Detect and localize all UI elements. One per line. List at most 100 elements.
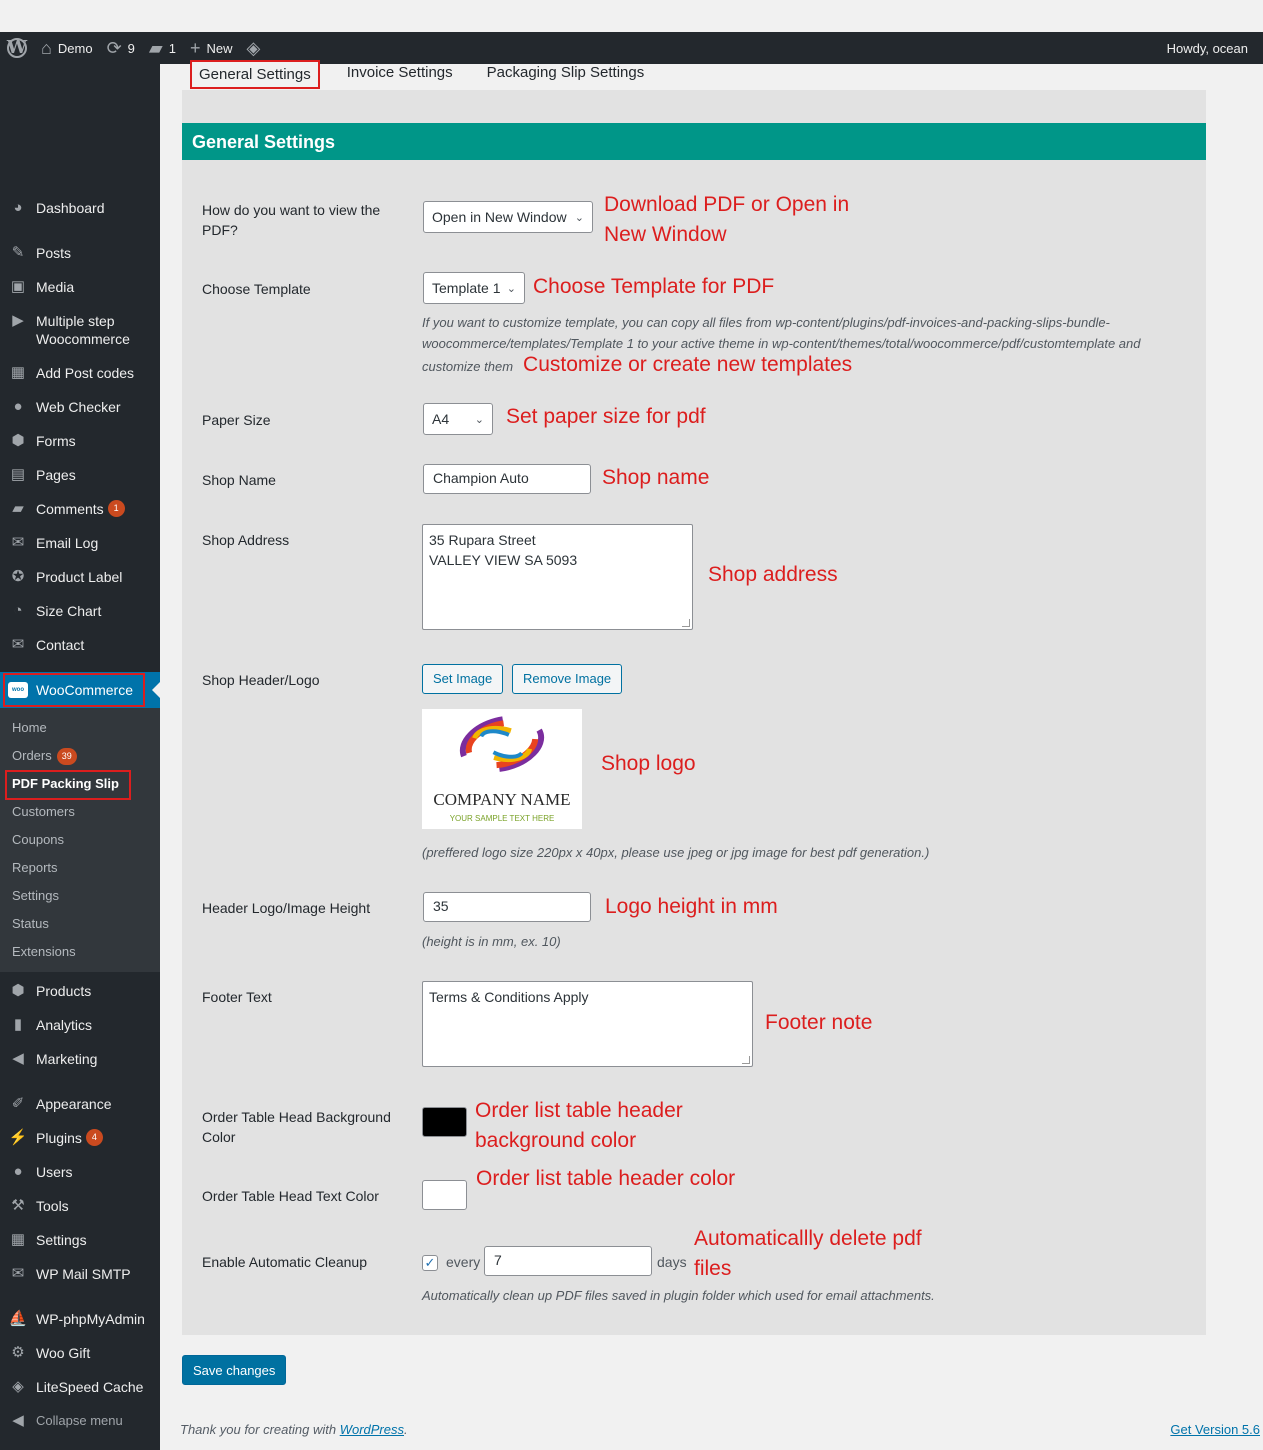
sidebar-item-comments[interactable]: ▰ Comments 1 (0, 500, 160, 518)
sidebar-item-media[interactable]: ▣ Media (0, 278, 160, 296)
save-changes-button[interactable]: Save changes (182, 1355, 287, 1385)
footer-thanks: Thank you for creating with WordPress. (180, 1422, 408, 1437)
updates-menu[interactable]: ⟳ 9 (100, 32, 142, 64)
logo-company-name: COMPANY NAME (433, 790, 570, 809)
dashboard-icon: ◕ (13, 199, 23, 216)
footer-text-textarea[interactable]: Terms & Conditions Apply (422, 981, 753, 1067)
sidebar-item-web-checker[interactable]: ● Web Checker (0, 398, 160, 416)
submenu-extensions[interactable]: Extensions (12, 944, 76, 960)
cleanup-days-input[interactable]: 7 (484, 1246, 652, 1276)
sidebar-collapse-menu[interactable]: ◀ Collapse menu (0, 1412, 160, 1430)
sidebar-item-wp-phpmyadmin[interactable]: ⛵ WP-phpMyAdmin (0, 1310, 160, 1328)
footer-text-value: Terms & Conditions Apply (429, 989, 589, 1005)
submenu-settings[interactable]: Settings (12, 888, 59, 904)
company-logo-graphic: COMPANY NAME YOUR SAMPLE TEXT HERE (433, 715, 571, 823)
cleanup-checkbox[interactable]: ✓ (422, 1255, 438, 1271)
pages-icon: ▤ (10, 466, 26, 483)
set-image-button[interactable]: Set Image (422, 664, 504, 694)
template-value: Template 1 (432, 280, 501, 296)
sidebar-item-users[interactable]: ● Users (0, 1163, 160, 1181)
site-name: Demo (57, 40, 93, 56)
sidebar-item-analytics[interactable]: ▮ Analytics (0, 1016, 160, 1034)
sidebar-item-pages[interactable]: ▤ Pages (0, 466, 160, 484)
shop-address-label: Shop Address (202, 532, 290, 548)
sidebar-item-woo-gift[interactable]: ⚙ Woo Gift (0, 1344, 160, 1362)
resize-handle-icon[interactable] (742, 1056, 750, 1064)
shop-name-input[interactable]: Champion Auto (423, 464, 591, 494)
sidebar-item-contact[interactable]: ✉ Contact (0, 636, 160, 654)
sidebar-item-wp-mail-smtp[interactable]: ✉ WP Mail SMTP (0, 1265, 160, 1283)
site-name-menu[interactable]: ⌂ Demo (34, 32, 100, 64)
sidebar-item-posts[interactable]: ✎ Posts (0, 244, 160, 262)
annotation-shop-logo: Shop logo (601, 752, 696, 775)
cleanup-days-label: days (657, 1254, 687, 1270)
sidebar-item-label: Multiple step Woocommerce (36, 313, 130, 347)
shop-address-textarea[interactable]: 35 Rupara Street VALLEY VIEW SA 5093 (422, 524, 693, 630)
sidebar-item-label: Web Checker (36, 399, 121, 415)
sidebar-item-size-chart[interactable]: ◔ Size Chart (0, 602, 160, 620)
head-text-color-swatch[interactable] (422, 1180, 467, 1210)
current-menu-arrow (152, 682, 160, 698)
sidebar-item-marketing[interactable]: ◀ Marketing (0, 1050, 160, 1068)
pin-icon: ✎ (11, 244, 25, 261)
submenu-status[interactable]: Status (12, 916, 49, 932)
resize-handle-icon[interactable] (682, 619, 690, 627)
annotation-shop-name: Shop name (602, 466, 710, 489)
wp-logo-menu[interactable]: W (0, 32, 34, 64)
submenu-reports[interactable]: Reports (12, 860, 58, 876)
sidebar-item-label: Tools (36, 1198, 69, 1214)
submenu-coupons[interactable]: Coupons (12, 832, 64, 848)
sidebar-item-plugins[interactable]: ⚡ Plugins 4 (0, 1129, 160, 1147)
get-version-link[interactable]: Get Version 5.6 (1170, 1422, 1260, 1437)
tab-invoice-settings[interactable]: Invoice Settings (340, 60, 460, 89)
sidebar-item-label: WP Mail SMTP (36, 1266, 131, 1282)
plus-icon: + (189, 38, 201, 58)
sidebar-item-products[interactable]: ⬢ Products (0, 982, 160, 1000)
shop-logo-label: Shop Header/Logo (202, 672, 320, 688)
annotation-paper-size: Set paper size for pdf (506, 405, 706, 428)
sidebar-item-label-wrap: Comments 1 (36, 500, 160, 518)
forms-icon: ⬢ (11, 432, 25, 449)
view-pdf-select[interactable]: Open in New Window ⌄ (423, 201, 593, 233)
comments-menu[interactable]: ▰ 1 (142, 32, 183, 64)
chevron-down-icon: ⌄ (574, 211, 584, 224)
pie-icon: ◔ (13, 602, 23, 619)
template-select[interactable]: Template 1 ⌄ (423, 272, 525, 304)
sidebar-item-multiple-step[interactable]: ▶ Multiple step Woocommerce (0, 312, 160, 348)
cleanup-label: Enable Automatic Cleanup (202, 1254, 367, 1270)
footer-thanks-text: Thank you for creating with (180, 1422, 337, 1437)
media-icon: ▣ (10, 278, 26, 295)
shop-address-value: 35 Rupara Street VALLEY VIEW SA 5093 (429, 532, 578, 568)
brush-icon: ✐ (11, 1095, 25, 1112)
submenu-customers[interactable]: Customers (12, 804, 75, 820)
logo-height-input[interactable]: 35 (423, 892, 591, 922)
annotation-head-text-color: Order list table header color (476, 1167, 736, 1190)
paper-size-select[interactable]: A4 ⌄ (423, 403, 493, 435)
tab-general-settings[interactable]: General Settings (190, 60, 320, 89)
submenu-home[interactable]: Home (12, 720, 47, 736)
sidebar-item-product-label[interactable]: ✪ Product Label (0, 568, 160, 586)
submenu-orders[interactable]: Orders 39 (12, 748, 77, 765)
view-pdf-label: How do you want to view the PDF? (202, 202, 381, 238)
sidebar-item-forms[interactable]: ⬢ Forms (0, 432, 160, 450)
sidebar-item-tools[interactable]: ⚒ Tools (0, 1197, 160, 1215)
sidebar-item-appearance[interactable]: ✐ Appearance (0, 1095, 160, 1113)
sidebar-item-label-wrap: Plugins 4 (36, 1129, 160, 1147)
submenu-label: Orders (12, 748, 52, 763)
tab-packaging-slip-settings[interactable]: Packaging Slip Settings (480, 60, 652, 89)
sidebar-item-dashboard[interactable]: ◕ Dashboard (0, 199, 160, 217)
head-bg-color-swatch[interactable] (422, 1107, 467, 1137)
wordpress-link[interactable]: WordPress (340, 1422, 404, 1437)
sidebar-item-label: Email Log (36, 535, 99, 551)
sidebar-item-add-post-codes[interactable]: ▦ Add Post codes (0, 364, 160, 382)
sidebar-item-settings[interactable]: ▦ Settings (0, 1231, 160, 1249)
cleanup-hint: Automatically clean up PDF files saved i… (422, 1288, 935, 1303)
highlight-woocommerce (3, 673, 145, 707)
my-account-menu[interactable]: Howdy, ocean (1160, 32, 1263, 64)
sidebar-item-email-log[interactable]: ✉ Email Log (0, 534, 160, 552)
sidebar-item-litespeed-cache[interactable]: ◈ LiteSpeed Cache (0, 1378, 160, 1396)
howdy-text: Howdy, ocean (1166, 40, 1248, 56)
sidebar-item-label: WP-phpMyAdmin (36, 1311, 145, 1327)
remove-image-button[interactable]: Remove Image (512, 664, 623, 694)
template-label: Choose Template (202, 281, 311, 297)
